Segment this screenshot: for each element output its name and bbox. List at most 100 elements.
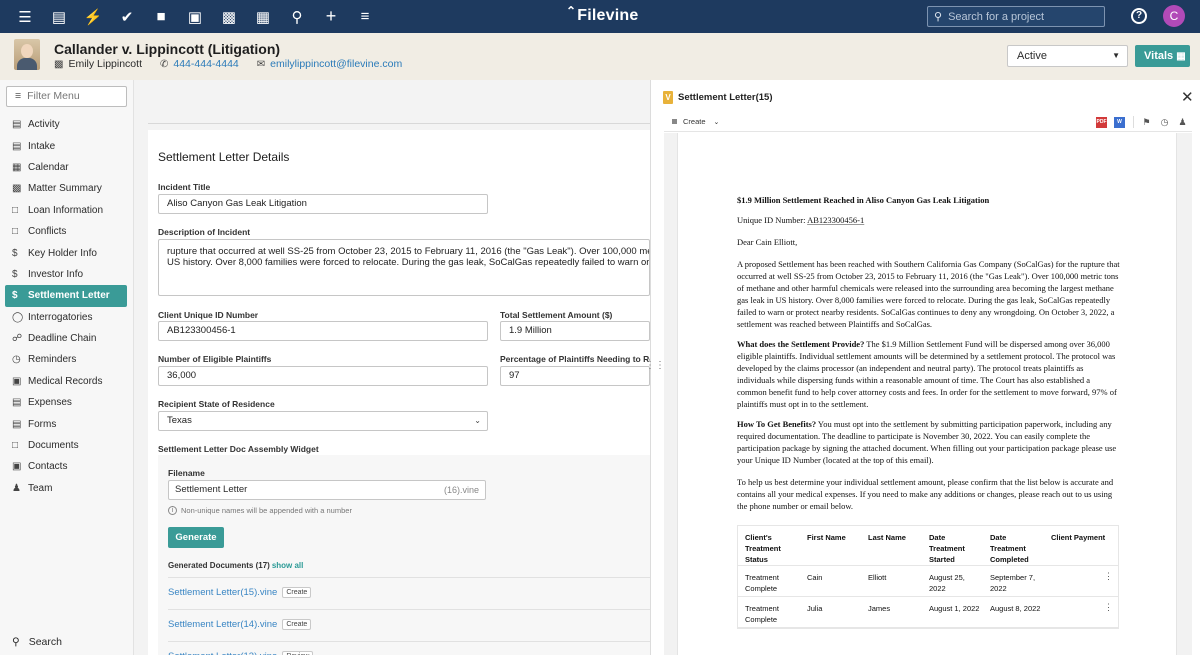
people-icon[interactable]: ♟ — [1177, 117, 1188, 128]
chevron-down-icon: ⌄ — [713, 118, 720, 126]
doc-assembly-widget: Filename Settlement Letter (16).vine i Non… — [158, 455, 650, 655]
client-photo — [14, 39, 40, 70]
sidebar-item-investor-info[interactable]: $ Investor Info — [5, 264, 127, 285]
filename-hint: i Non-unique names will be appended with … — [168, 506, 352, 515]
sidebar-item-loan-information[interactable]: □ Loan Information — [5, 200, 127, 221]
sidebar-item-interrogatories[interactable]: ◯ Interrogatories — [5, 307, 127, 328]
sidebar-item-label: Expenses — [28, 397, 72, 409]
incident-title-input[interactable]: Aliso Canyon Gas Leak Litigation — [158, 194, 488, 214]
vitals-label: Vitals — [1144, 50, 1174, 62]
state-select[interactable]: Texas ⌄ — [158, 411, 488, 431]
sidebar-menu: ▤ Activity ▤ Intake ▦ Calendar ▩ Matter Summary… — [5, 114, 127, 499]
check-circle-icon[interactable]: ✔ — [110, 0, 144, 33]
table-cell-status: Treatment Complete — [745, 604, 779, 624]
sidebar-item-key-holder-info[interactable]: $ Key Holder Info — [5, 242, 127, 263]
activity-icon: ▤ — [12, 119, 22, 131]
sidebar-item-team[interactable]: ♟ Team — [5, 478, 127, 499]
vitals-button[interactable]: Vitals ▦ — [1135, 45, 1190, 67]
sidebar-item-forms[interactable]: ▤ Forms — [5, 413, 127, 434]
sidebar-item-expenses[interactable]: ▤ Expenses — [5, 392, 127, 413]
sidebar-item-medical-records[interactable]: ▣ Medical Records — [5, 371, 127, 392]
folder-icon[interactable]: ■ — [144, 0, 178, 33]
status-value: Active — [1017, 50, 1047, 62]
lightning-icon[interactable]: ⚡ — [76, 0, 110, 33]
client-meta: ▩ Emily Lippincott ✆ 444-444-4444 ✉ emilyli… — [54, 58, 420, 70]
sidebar-item-reminders[interactable]: ◷ Reminders — [5, 349, 127, 370]
table-cell-last: Elliott — [868, 573, 887, 582]
row-menu-icon[interactable]: ⋮ — [1104, 602, 1113, 613]
client-name[interactable]: Emily Lippincott — [68, 58, 142, 70]
filevine-mark-icon: ⌃ — [566, 4, 577, 18]
sidebar-item-intake[interactable]: ▤ Intake — [5, 135, 127, 156]
sidebar-item-deadline-chain[interactable]: ☍ Deadline Chain — [5, 328, 127, 349]
sidebar-item-label: Loan Information — [28, 204, 104, 216]
filter-menu-input[interactable]: ≡ Filter Menu — [6, 86, 127, 107]
plus-icon[interactable]: + — [314, 0, 348, 33]
project-search-input[interactable]: ⚲ Search for a project — [927, 6, 1105, 27]
tasklist-icon[interactable]: ≡ — [348, 0, 382, 33]
table-cell-completed: September 7, 2022 — [990, 573, 1036, 593]
sidebar-item-calendar[interactable]: ▦ Calendar — [5, 157, 127, 178]
vitals-icon: ▦ — [1176, 51, 1186, 62]
help-icon[interactable]: ? — [1131, 8, 1147, 24]
client-uid-input[interactable]: AB123300456-1 — [158, 321, 488, 341]
vine-doc-icon: V — [663, 91, 673, 104]
sidebar-item-conflicts[interactable]: □ Conflicts — [5, 221, 127, 242]
sidebar-item-contacts[interactable]: ▣ Contacts — [5, 456, 127, 477]
sidebar-search[interactable]: ⚲ Search — [12, 636, 62, 648]
table-cell-status: Treatment Complete — [745, 573, 779, 593]
email-icon: ✉ — [256, 58, 266, 70]
filevine-logo[interactable]: ⌃Filevine — [566, 4, 638, 25]
description-textarea[interactable]: rupture that occurred at well SS-25 from… — [158, 239, 650, 296]
dollar-icon: $ — [12, 290, 18, 302]
state-value: Texas — [167, 415, 192, 426]
status-select[interactable]: Active ▼ — [1007, 45, 1128, 67]
document-page: $1.9 Million Settlement Reached in Aliso… — [677, 133, 1177, 655]
show-all-link[interactable]: show all — [272, 561, 304, 570]
filename-input[interactable]: Settlement Letter (16).vine — [168, 480, 486, 500]
generate-button[interactable]: Generate — [168, 527, 224, 548]
folder-icon: □ — [12, 440, 19, 452]
create-dropdown[interactable]: Create ⌄ — [672, 117, 719, 126]
document-status-tag: Review — [282, 651, 314, 655]
total-amount-input[interactable]: 1.9 Million — [500, 321, 650, 341]
sidebar-item-activity[interactable]: ▤ Activity — [5, 114, 127, 135]
sidebar-item-label: Investor Info — [28, 268, 84, 280]
sidebar-item-label: Settlement Letter — [28, 290, 110, 302]
drag-handle-icon[interactable]: ⋮⋮ — [645, 361, 665, 371]
table-cell-started: August 25, 2022 — [929, 573, 965, 593]
menu-icon[interactable]: ☰ — [8, 0, 42, 33]
percentage-input[interactable]: 97 — [500, 366, 650, 386]
sidebar-item-documents[interactable]: □ Documents — [5, 435, 127, 456]
eligible-plaintiffs-input[interactable]: 36,000 — [158, 366, 488, 386]
word-doc-icon[interactable]: W — [1114, 116, 1125, 128]
generated-document-link[interactable]: Settlement Letter(15).vine — [168, 587, 277, 598]
main-content: Settlement Letter Details Incident Title… — [134, 80, 664, 655]
generated-document-link[interactable]: Settlement Letter(14).vine — [168, 619, 277, 630]
letter-greeting: Dear Cain Elliott, — [737, 237, 798, 247]
contact-card-icon[interactable]: ▣ — [178, 0, 212, 33]
sidebar-item-label: Intake — [28, 140, 56, 152]
document-preview-panel: ⋮⋮ V Settlement Letter(15) ✕ Create ⌄ PDF … — [645, 80, 1200, 655]
client-phone[interactable]: 444-444-4444 — [173, 58, 238, 70]
sidebar-item-matter-summary[interactable]: ▩ Matter Summary — [5, 178, 127, 199]
sidebar-item-label: Forms — [28, 418, 57, 430]
row-menu-icon[interactable]: ⋮ — [1104, 571, 1113, 582]
calendar-icon[interactable]: ▦ — [246, 0, 280, 33]
section-title: Settlement Letter Details — [158, 150, 290, 164]
bar-chart-icon[interactable]: ▩ — [212, 0, 246, 33]
history-icon[interactable]: ◷ — [1159, 117, 1170, 128]
close-icon[interactable]: ✕ — [1181, 88, 1194, 106]
client-email[interactable]: emilylippincott@filevine.com — [270, 58, 402, 70]
flag-icon[interactable]: ⚑ — [1141, 117, 1152, 128]
toolbar-actions: PDF W ⚑ ◷ ♟ — [1089, 116, 1188, 128]
sidebar-item-settlement-letter[interactable]: $ Settlement Letter — [5, 285, 127, 307]
inbox-icon[interactable]: ▤ — [42, 0, 76, 33]
pdf-icon[interactable]: PDF — [1096, 116, 1107, 128]
generated-document-link[interactable]: Settlement Letter(13).vine — [168, 651, 277, 655]
circle-icon: ◯ — [12, 311, 24, 323]
table-column-header: Last Name — [868, 533, 906, 542]
search-icon[interactable]: ⚲ — [280, 0, 314, 33]
user-avatar[interactable]: C — [1163, 5, 1185, 27]
para3-heading: How To Get Benefits? — [737, 419, 817, 429]
